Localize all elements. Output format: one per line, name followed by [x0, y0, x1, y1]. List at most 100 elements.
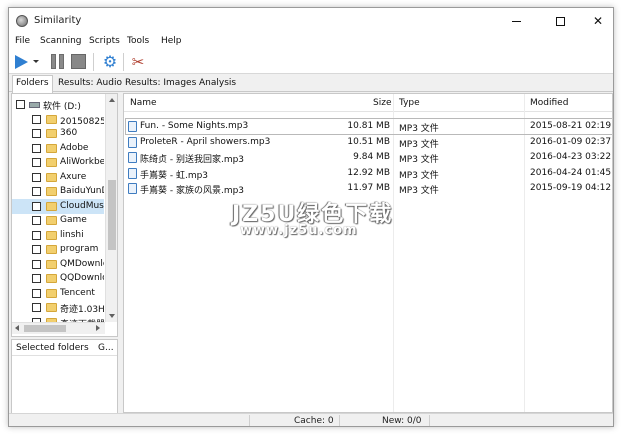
menu-bar: File Scanning Scripts Tools Help	[9, 34, 613, 50]
scroll-thumb[interactable]	[24, 325, 66, 332]
file-type: MP3 文件	[399, 139, 439, 150]
status-divider	[249, 415, 250, 426]
folder-checkbox[interactable]	[32, 216, 41, 225]
file-row[interactable]: ProleteR - April showers.mp3 10.51 MB MP3 …	[126, 135, 612, 150]
audio-file-icon	[128, 183, 137, 194]
folder-checkbox[interactable]	[32, 259, 41, 269]
column-modified[interactable]: Modified	[530, 98, 568, 108]
tree-folder-row[interactable]: BaiduYunD	[12, 184, 104, 199]
scroll-down-icon[interactable]	[109, 314, 115, 318]
folder-checkbox[interactable]	[16, 100, 25, 109]
column-size[interactable]: Size	[373, 98, 391, 108]
file-size: 12.92 MB	[347, 167, 390, 178]
file-row[interactable]: 手嶌葵 - 虹.mp3 12.92 MB MP3 文件 2016-04-24 01:4…	[126, 166, 612, 181]
gear-icon[interactable]: ⚙	[101, 53, 119, 71]
folder-checkbox[interactable]	[32, 201, 41, 211]
tab-bar: Folders Results: Audio Results: Images A…	[9, 75, 613, 93]
dropdown-arrow-icon[interactable]	[33, 60, 39, 63]
pause-icon[interactable]	[51, 54, 65, 69]
folder-icon	[46, 303, 57, 312]
folder-checkbox[interactable]	[32, 172, 41, 182]
file-name: Fun. - Some Nights.mp3	[140, 121, 249, 131]
file-name: ProleteR - April showers.mp3	[140, 136, 271, 147]
folder-checkbox[interactable]	[32, 143, 41, 153]
app-icon	[16, 15, 28, 27]
tools-icon[interactable]: ✂	[129, 53, 147, 71]
drive-icon	[29, 102, 40, 108]
tree-folder-row[interactable]: Tencent	[12, 286, 104, 301]
tree-drive-row[interactable]: 软件 (D:)	[12, 97, 104, 112]
tree-folder-label: QMDownlc	[60, 258, 104, 269]
folder-checkbox[interactable]	[32, 245, 41, 254]
minimize-button[interactable]	[498, 8, 534, 34]
maximize-button[interactable]	[542, 8, 578, 34]
close-button[interactable]: ✕	[580, 8, 613, 34]
tree-folder-row[interactable]: Axure	[12, 170, 104, 185]
tree-folder-row[interactable]: AliWorkbe	[12, 155, 104, 170]
column-type[interactable]: Type	[399, 98, 420, 108]
scroll-up-icon[interactable]	[109, 98, 115, 102]
tree-folder-label: 20150825第	[60, 116, 104, 127]
folder-tree-hscrollbar[interactable]	[12, 322, 105, 334]
tree-folder-row[interactable]: 奇迹1.03H封	[12, 300, 104, 315]
tree-folder-label: program	[60, 244, 99, 254]
tree-folder-label: Tencent	[60, 287, 95, 298]
menu-tools[interactable]: Tools	[127, 36, 149, 46]
column-name[interactable]: Name	[130, 98, 157, 108]
status-bar: Cache: 0 New: 0/0	[9, 413, 613, 426]
file-type: MP3 文件	[399, 124, 439, 134]
stop-icon[interactable]	[71, 54, 86, 69]
file-size: 10.81 MB	[347, 121, 390, 131]
tab-analysis[interactable]: Analysis	[196, 77, 239, 92]
tree-folder-row[interactable]: QMDownlc	[12, 257, 104, 272]
folder-checkbox[interactable]	[32, 288, 41, 298]
file-name: 手嶌葵 - 虹.mp3	[140, 170, 209, 181]
folder-icon	[46, 259, 57, 269]
tab-results-audio[interactable]: Results: Audio	[55, 77, 125, 92]
status-new: New: 0/0	[382, 416, 422, 426]
tree-folder-row[interactable]: CloudMusi	[12, 198, 104, 214]
tree-folder-row[interactable]: 360	[12, 126, 104, 141]
scroll-thumb[interactable]	[108, 180, 116, 250]
file-name: 手嶌葵 - 家族の风景.mp3	[140, 186, 245, 196]
file-row[interactable]: 手嶌葵 - 家族の风景.mp3 11.97 MB MP3 文件 2015-09-19 …	[126, 181, 612, 196]
tree-folder-label: linshi	[60, 229, 84, 240]
tab-results-images[interactable]: Results: Images	[122, 77, 199, 92]
folder-checkbox[interactable]	[32, 303, 41, 312]
folder-checkbox[interactable]	[32, 158, 41, 167]
file-modified: 2016-01-09 02:37...	[530, 136, 612, 147]
scroll-left-icon[interactable]	[15, 325, 19, 331]
tree-folder-row[interactable]: Adobe	[12, 141, 104, 156]
folder-icon	[46, 230, 57, 240]
file-row[interactable]: Fun. - Some Nights.mp3 10.81 MB MP3 文件 2015…	[125, 118, 612, 135]
menu-scripts[interactable]: Scripts	[89, 36, 120, 46]
selected-folders-column[interactable]: Selected folders	[16, 343, 89, 353]
folder-checkbox[interactable]	[32, 114, 41, 124]
tree-folder-label: 奇迹1.03H封	[60, 305, 104, 315]
menu-file[interactable]: File	[15, 36, 30, 46]
tree-folder-row[interactable]: 20150825第	[12, 112, 104, 127]
folder-tree-vscrollbar[interactable]	[105, 94, 117, 322]
file-row[interactable]: 陈绮贞 - 别送我回家.mp3 9.84 MB MP3 文件 2016-04-23 0…	[126, 150, 612, 165]
tree-folder-label: 360	[60, 128, 78, 138]
menu-scanning[interactable]: Scanning	[40, 36, 82, 46]
file-type: MP3 文件	[399, 170, 439, 181]
folder-checkbox[interactable]	[32, 187, 41, 196]
file-list-header: Name Size Type Modified	[124, 94, 612, 112]
tree-folder-row[interactable]: Game	[12, 213, 104, 228]
selected-folders-header: Selected folders G...	[12, 340, 117, 356]
scroll-right-icon[interactable]	[96, 325, 100, 331]
close-icon: ✕	[592, 14, 604, 28]
play-icon[interactable]	[15, 55, 28, 69]
group-column[interactable]: G...	[98, 343, 114, 353]
selected-folders-panel: Selected folders G...	[11, 339, 118, 417]
tree-folder-row[interactable]: QQDownlo	[12, 271, 104, 286]
tree-folder-row[interactable]: program	[12, 242, 104, 257]
menu-help[interactable]: Help	[161, 36, 182, 46]
folder-checkbox[interactable]	[32, 129, 41, 138]
tree-folder-row[interactable]: linshi	[12, 228, 104, 243]
folder-checkbox[interactable]	[32, 230, 41, 240]
file-modified: 2015-09-19 04:12...	[530, 183, 612, 193]
tab-folders[interactable]: Folders	[12, 75, 53, 93]
folder-checkbox[interactable]	[32, 274, 41, 283]
